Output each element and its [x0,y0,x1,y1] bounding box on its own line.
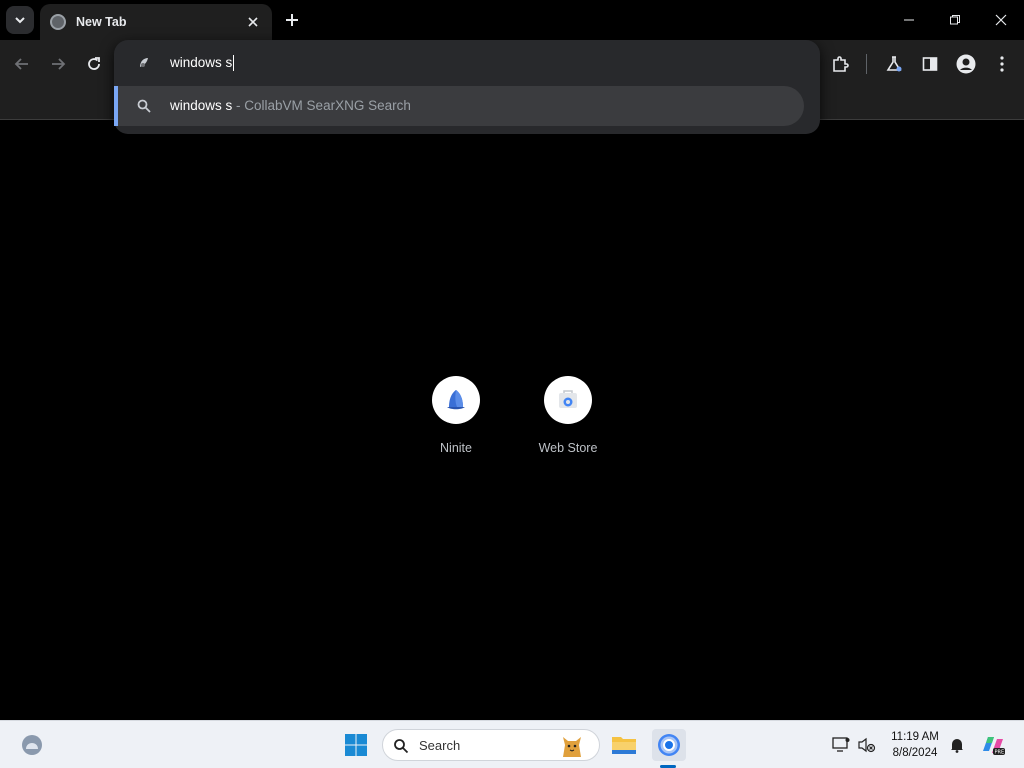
bell-icon [951,739,963,753]
svg-text:PRE: PRE [995,750,1005,756]
forward-button[interactable] [44,50,72,78]
tab-close-button[interactable] [244,13,262,31]
folder-icon [612,737,636,754]
labs-button[interactable] [880,50,908,78]
search-icon [394,739,409,754]
shortcut-web-store[interactable]: Web Store [512,376,624,466]
clock-date: 8/8/2024 [892,747,938,759]
back-button[interactable] [8,50,36,78]
tab-new-tab[interactable]: New Tab [40,4,272,40]
profile-button[interactable] [952,50,980,78]
copilot-icon: PRE [983,737,1005,756]
close-icon [248,17,258,27]
avatar-icon [956,54,976,74]
display-tray-icon[interactable] [830,729,852,761]
windows-logo-icon [345,734,367,756]
taskbar: Search 11:19 AM 8/8/2024 PRE [0,720,1024,768]
address-bar[interactable]: windows s [114,40,820,86]
flask-icon [886,56,902,72]
selected-indicator [114,86,118,126]
toolbar-divider [866,54,867,74]
omnibox-suggestion[interactable]: windows s - CollabVM SearXNG Search [114,86,804,126]
copilot-button[interactable]: PRE [978,729,1008,761]
reload-icon [88,57,100,70]
weather-icon [22,735,42,755]
shortcut-label: Ninite [440,441,472,455]
address-input-text: windows s [170,55,233,70]
widgets-button[interactable] [16,729,48,761]
suggestion-separator: - [232,98,245,113]
monitor-icon [832,737,850,752]
minimize-icon [904,19,914,21]
extensions-button[interactable] [826,50,854,78]
arrow-left-icon [14,58,28,70]
taskbar-search[interactable]: Search [382,729,600,761]
new-tab-button[interactable] [280,8,304,32]
ninite-icon [432,376,480,424]
taskbar-search-placeholder: Search [419,738,461,753]
puzzle-icon [833,56,849,72]
title-bar: New Tab [0,0,1024,40]
arrow-right-icon [52,58,66,70]
cat-icon [563,737,581,757]
volume-tray-icon[interactable] [856,729,878,761]
shortcut-ninite[interactable]: Ninite [400,376,512,466]
shortcut-label: Web Store [538,441,598,455]
suggestion-text: windows s - CollabVM SearXNG Search [170,98,411,113]
tab-title: New Tab [76,15,127,29]
restore-icon [950,15,960,25]
globe-icon [50,14,66,30]
restore-button[interactable] [932,0,978,40]
plus-icon [286,14,298,26]
search-icon [137,99,151,113]
close-window-button[interactable] [978,0,1024,40]
clock-time: 11:19 AM [891,731,939,743]
speaker-muted-icon [858,737,876,753]
suggestion-query: windows s [170,98,233,113]
more-vert-icon [1000,56,1004,72]
start-button[interactable] [340,729,372,761]
minimize-button[interactable] [886,0,932,40]
side-panel-button[interactable] [916,50,944,78]
suggestion-engine: CollabVM SearXNG Search [244,98,411,113]
taskbar-clock[interactable]: 11:19 AM 8/8/2024 [884,729,946,761]
close-icon [995,14,1007,26]
reload-button[interactable] [80,50,108,78]
address-input[interactable]: windows s [170,55,235,72]
tab-search-button[interactable] [6,6,34,34]
notifications-button[interactable] [946,729,968,761]
menu-button[interactable] [988,50,1016,78]
chevron-down-icon [15,17,25,24]
web-store-icon [544,376,592,424]
text-caret [233,55,235,72]
searxng-icon [140,58,148,67]
chrome-taskbar-button[interactable] [652,729,686,761]
file-explorer-button[interactable] [608,729,640,761]
chrome-icon [658,734,680,756]
omnibox-popup: windows s windows s - CollabVM SearXNG S… [114,40,820,134]
side-panel-icon [922,57,938,71]
